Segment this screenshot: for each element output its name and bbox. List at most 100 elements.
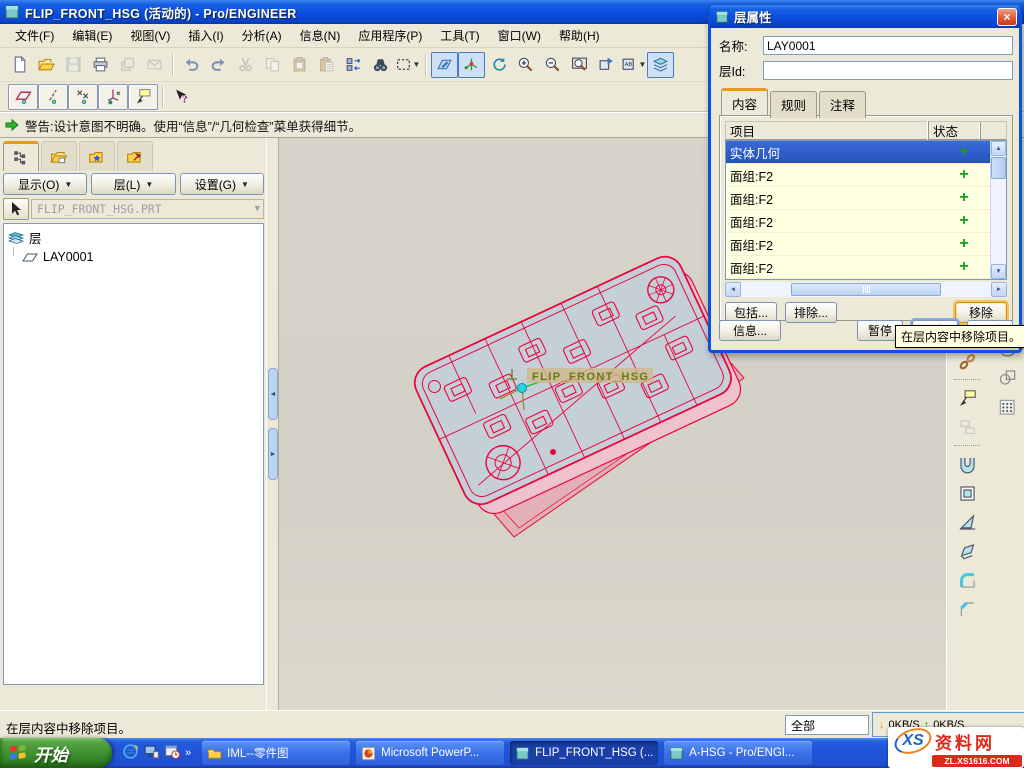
csys-display-button[interactable] (98, 84, 128, 110)
copy-button[interactable] (259, 52, 286, 78)
vertical-scrollbar[interactable]: ▲ ▼ (990, 141, 1006, 279)
shell-button[interactable] (953, 480, 981, 506)
menu-item[interactable]: 应用程序(P) (349, 24, 431, 47)
menu-item[interactable]: 插入(I) (179, 24, 232, 47)
tree-root-layers[interactable]: 层 (7, 228, 260, 247)
print-button[interactable] (87, 52, 114, 78)
nav-tab-favorites[interactable] (79, 141, 115, 171)
menu-item[interactable]: 窗口(W) (489, 24, 550, 47)
taskbar-task[interactable]: Microsoft PowerP... (356, 741, 504, 765)
round-button[interactable] (953, 567, 981, 593)
blend-button[interactable] (953, 538, 981, 564)
redo-button[interactable] (205, 52, 232, 78)
nav-tab-folder-browser[interactable] (41, 141, 77, 171)
ie-quicklaunch-button[interactable] (122, 743, 139, 763)
email-button[interactable] (141, 52, 168, 78)
nav-dropdown[interactable]: 设置(G)▼ (180, 173, 264, 195)
menu-item[interactable]: 视图(V) (121, 24, 179, 47)
menu-item[interactable]: 工具(T) (431, 24, 488, 47)
find-button[interactable] (367, 52, 394, 78)
table-row[interactable]: 面组:F2+ (726, 164, 990, 187)
close-icon[interactable]: × (997, 8, 1017, 26)
new-file-button[interactable] (6, 52, 33, 78)
model-combo[interactable]: FLIP_FRONT_HSG.PRT ▼ (31, 199, 264, 219)
feature-toolbar-col1 (953, 348, 981, 622)
select-box-button[interactable]: ▼ (394, 52, 421, 78)
annotation-display-button[interactable] (128, 84, 158, 110)
refit-button[interactable] (566, 52, 593, 78)
redraw-button[interactable] (485, 52, 512, 78)
menu-item[interactable]: 文件(F) (6, 24, 63, 47)
saved-views-button[interactable] (593, 52, 620, 78)
plane-display-button[interactable] (8, 84, 38, 110)
paste-button[interactable] (286, 52, 313, 78)
info-button[interactable]: 信息... (719, 320, 781, 341)
nav-tab-model-tree[interactable] (3, 141, 39, 171)
table-row[interactable]: 面组:F2+ (726, 256, 990, 279)
scroll-right-icon[interactable]: ► (991, 282, 1007, 297)
view-manager-button[interactable]: AB▼ (620, 52, 647, 78)
menu-item[interactable]: 分析(A) (233, 24, 291, 47)
nav-dropdown[interactable]: 显示(O)▼ (3, 173, 87, 195)
pattern-button[interactable] (993, 394, 1021, 420)
scheduler-quicklaunch-button[interactable] (164, 743, 181, 763)
zoom-in-button[interactable] (512, 52, 539, 78)
name-field[interactable] (763, 36, 1013, 55)
context-help-button[interactable]: ? (168, 84, 195, 110)
axis-display-button[interactable] (38, 84, 68, 110)
dialog-titlebar[interactable]: 层属性 × (710, 5, 1020, 28)
taskbar-task[interactable]: FLIP_FRONT_HSG (... (510, 741, 658, 765)
zoom-out-button[interactable] (539, 52, 566, 78)
cut-button[interactable] (232, 52, 259, 78)
display-style-button[interactable] (431, 52, 458, 78)
copy-model-button[interactable] (114, 52, 141, 78)
chamfer-button[interactable] (953, 596, 981, 622)
menu-item[interactable]: 帮助(H) (550, 24, 609, 47)
horizontal-scrollbar[interactable]: ◄ ► (725, 282, 1007, 297)
note-button[interactable] (953, 385, 981, 411)
point-display-button[interactable] (68, 84, 98, 110)
taskbar-task[interactable]: A-HSG - Pro/ENGI... (664, 741, 812, 765)
notes-button[interactable] (953, 414, 981, 440)
regenerate-button[interactable] (340, 52, 367, 78)
scroll-up-icon[interactable]: ▲ (991, 141, 1006, 156)
tab-inactive[interactable]: 注释 (819, 91, 866, 118)
quicklaunch-overflow-icon[interactable]: » (185, 747, 191, 759)
menu-item[interactable]: 信息(N) (291, 24, 350, 47)
layer-id-field[interactable] (763, 61, 1013, 80)
table-row[interactable]: 面组:F2+ (726, 187, 990, 210)
annotation-display-icon (135, 88, 152, 105)
menu-item[interactable]: 编辑(E) (63, 24, 121, 47)
nav-tab-connections[interactable] (117, 141, 153, 171)
panel-splitter[interactable]: ◄ ► (266, 138, 279, 710)
table-row[interactable]: 实体几何+ (726, 141, 990, 164)
taskbar-task[interactable]: IML--零件图 (202, 741, 350, 765)
table-row[interactable]: 面组:F2+ (726, 233, 990, 256)
spin-center-button[interactable] (458, 52, 485, 78)
open-folder-button[interactable] (33, 52, 60, 78)
desktop-quicklaunch-button[interactable] (143, 743, 160, 763)
undo-button[interactable] (178, 52, 205, 78)
collapse-left-handle[interactable]: ◄ (268, 368, 278, 420)
scroll-down-icon[interactable]: ▼ (991, 264, 1006, 279)
tab-inactive[interactable]: 规则 (770, 91, 817, 118)
tab-contents-active[interactable]: 内容 (721, 88, 768, 115)
expand-right-handle[interactable]: ► (268, 428, 278, 480)
select-arrow-button[interactable] (3, 198, 29, 220)
layers-button[interactable] (647, 52, 674, 78)
tree-item-layer[interactable]: LAY0001 (7, 247, 260, 266)
scroll-left-icon[interactable]: ◄ (725, 282, 741, 297)
filter-combo[interactable]: 全部 (785, 715, 869, 735)
find-icon (372, 56, 389, 73)
intersect-button[interactable] (993, 364, 1021, 390)
nav-dropdown[interactable]: 层(L)▼ (91, 173, 175, 195)
draft-button[interactable] (953, 509, 981, 535)
vertical-scroll-thumb[interactable] (991, 157, 1006, 179)
save-button[interactable] (60, 52, 87, 78)
table-row[interactable]: 面组:F2+ (726, 210, 990, 233)
start-button[interactable]: 开始 (0, 738, 112, 768)
view-manager-icon: AB (621, 56, 638, 73)
extrude-button[interactable] (953, 451, 981, 477)
horizontal-scroll-thumb[interactable] (791, 283, 941, 296)
paste-special-button[interactable] (313, 52, 340, 78)
